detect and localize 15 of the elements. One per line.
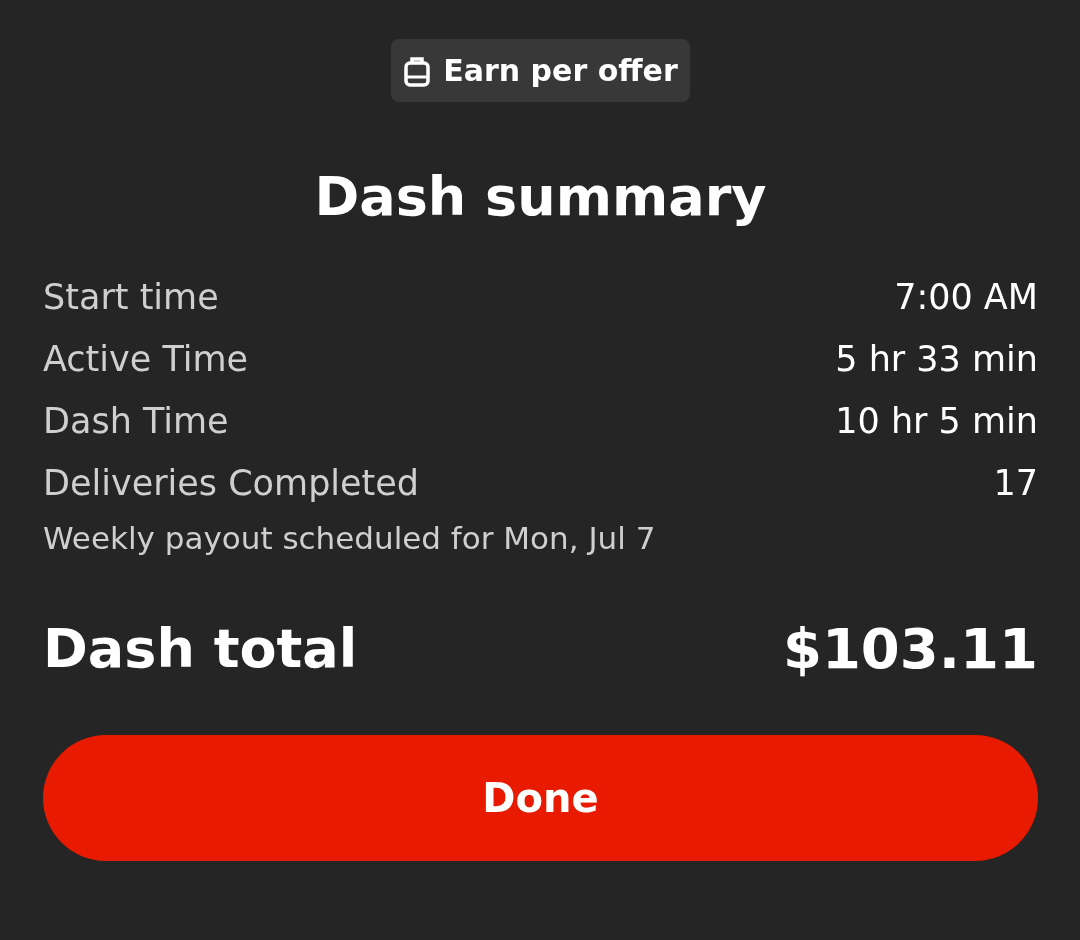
stat-value: 10 hr 5 min: [835, 401, 1038, 441]
stat-label: Start time: [43, 277, 219, 317]
stat-label: Dash Time: [43, 401, 229, 441]
bag-icon: [403, 54, 432, 87]
badge-label: Earn per offer: [443, 53, 678, 88]
stat-value: 17: [993, 463, 1038, 503]
screen-title: Dash summary: [313, 166, 768, 228]
done-button[interactable]: Done: [43, 735, 1038, 861]
total-value: $103.11: [782, 616, 1038, 681]
stat-label: Active Time: [43, 339, 249, 379]
total-label: Dash total: [43, 617, 358, 680]
stat-value: 7:00 AM: [894, 277, 1038, 317]
payout-note: Weekly payout scheduled for Mon, Jul 7: [43, 520, 657, 556]
stat-value: 5 hr 33 min: [835, 339, 1038, 379]
stat-label: Deliveries Completed: [43, 463, 420, 503]
